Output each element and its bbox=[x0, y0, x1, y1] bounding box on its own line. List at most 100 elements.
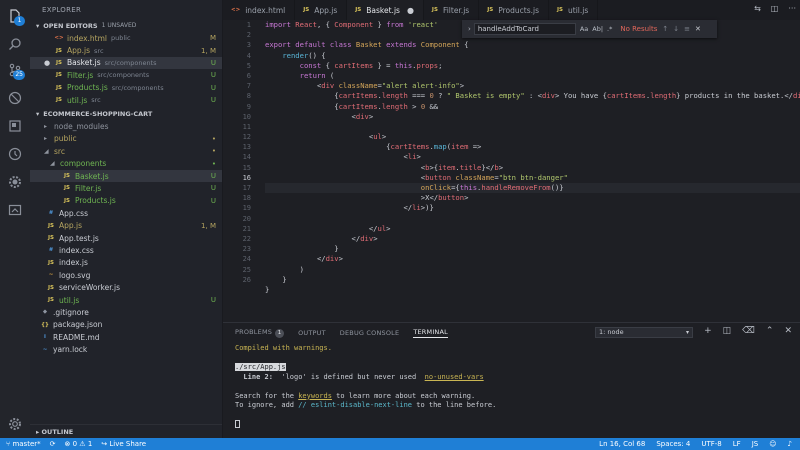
cursor-position[interactable]: Ln 16, Col 68 bbox=[599, 440, 645, 448]
tree-item-components[interactable]: ◢ components • bbox=[30, 158, 222, 170]
tab-problems[interactable]: PROBLEMS 1 bbox=[235, 328, 285, 338]
code-editor[interactable]: 1 2 3 4 5 6 7 8 9 10 11 12 13 14 15 16 17 18 19 20 21 22 23 24 2… bbox=[223, 20, 800, 320]
sidebar-title: EXPLORER bbox=[42, 6, 82, 14]
split-terminal-icon[interactable]: ◫ bbox=[723, 326, 732, 336]
unsaved-dot-icon[interactable]: ● bbox=[44, 59, 54, 67]
tree-item-service-worker[interactable]: JS serviceWorker.js bbox=[30, 281, 222, 293]
arrow-down-icon[interactable]: ↓ bbox=[673, 25, 679, 33]
tree-item-readme[interactable]: i README.md bbox=[30, 331, 222, 343]
live-share-status[interactable]: ↪ Live Share bbox=[101, 440, 146, 448]
tree-item-logo[interactable]: ~ logo.svg bbox=[30, 269, 222, 281]
maximize-panel-icon[interactable]: ⌃ bbox=[766, 326, 774, 336]
tree-item-filter[interactable]: JS Filter.js U bbox=[30, 182, 222, 194]
file-name: Filter.js bbox=[67, 70, 94, 80]
open-editor-item[interactable]: JS Products.js src/components U bbox=[30, 82, 222, 94]
open-editor-item[interactable]: JS Filter.js src/components U bbox=[30, 69, 222, 81]
bell-icon[interactable]: ♪ bbox=[788, 440, 792, 448]
tab-filter-js[interactable]: JS Filter.js bbox=[424, 0, 480, 20]
open-editors-list: <> index.html public M JS App.js src 1, … bbox=[30, 32, 222, 106]
tree-item-products[interactable]: JS Products.js U bbox=[30, 195, 222, 207]
more-actions-icon[interactable]: ··· bbox=[788, 4, 796, 13]
problems-count-badge: 1 bbox=[275, 329, 285, 338]
file-path: src bbox=[91, 96, 101, 105]
match-case-toggle[interactable]: Aa bbox=[580, 25, 588, 33]
tree-item-app-css[interactable]: # App.css bbox=[30, 207, 222, 219]
tab-terminal[interactable]: TERMINAL bbox=[413, 328, 448, 338]
chevron-right-icon[interactable]: › bbox=[468, 25, 471, 33]
language-mode[interactable]: JS bbox=[752, 440, 759, 448]
line-number: 14 bbox=[242, 153, 251, 162]
tree-item-app-test[interactable]: JS App.test.js bbox=[30, 232, 222, 244]
open-editor-item[interactable]: JS App.js src 1, M bbox=[30, 44, 222, 56]
tree-item-package-json[interactable]: {} package.json bbox=[30, 319, 222, 331]
tab-label: Products.js bbox=[498, 5, 539, 15]
tab-index-html[interactable]: <> index.html bbox=[223, 0, 296, 20]
tree-item-node-modules[interactable]: ▸ node_modules bbox=[30, 120, 222, 132]
project-header[interactable]: ▾ ECOMMERCE-SHOPPING-CART bbox=[30, 108, 222, 120]
whole-word-toggle[interactable]: Ab| bbox=[592, 25, 603, 33]
tab-debug-console[interactable]: DEBUG CONSOLE bbox=[340, 329, 400, 337]
tab-basket-js[interactable]: JS Basket.js ● bbox=[347, 0, 424, 20]
line-number-gutter: 1 2 3 4 5 6 7 8 9 10 11 12 13 14 15 16 17 18 19 20 21 22 23 24 2… bbox=[223, 20, 261, 285]
keywords-link[interactable]: keywords bbox=[298, 392, 332, 400]
terminal-prompt[interactable] bbox=[235, 420, 788, 430]
tree-item-yarn-lock[interactable]: ~ yarn.lock bbox=[30, 343, 222, 355]
tree-item-gitignore[interactable]: ◆ .gitignore bbox=[30, 306, 222, 318]
find-widget: › Aa Ab| .* No Results ↑ ↓ ≡ ✕ bbox=[462, 20, 717, 38]
open-editor-item[interactable]: <> index.html public M bbox=[30, 32, 222, 44]
unsaved-dot-icon[interactable]: ● bbox=[407, 6, 414, 15]
tab-output[interactable]: OUTPUT bbox=[298, 329, 326, 337]
source-control-icon[interactable]: 25 bbox=[5, 60, 25, 80]
settings-sync-icon[interactable] bbox=[5, 172, 25, 192]
git-status: U bbox=[210, 196, 216, 205]
debug-icon[interactable] bbox=[5, 88, 25, 108]
tree-item-index-js[interactable]: JS index.js bbox=[30, 257, 222, 269]
tree-item-basket[interactable]: JS Basket.js U bbox=[30, 169, 222, 183]
explorer-icon[interactable]: 1 bbox=[5, 6, 25, 26]
eslint-rule: no-unused-vars bbox=[424, 372, 484, 381]
arrow-up-icon[interactable]: ↑ bbox=[662, 25, 668, 33]
open-editors-header[interactable]: ▾ OPEN EDITORS 1 UNSAVED bbox=[30, 20, 222, 32]
terminal-cursor bbox=[235, 420, 240, 428]
problems-status[interactable]: ⊗ 0 ⚠ 1 bbox=[65, 440, 93, 448]
file-path: src bbox=[94, 46, 104, 55]
tab-products-js[interactable]: JS Products.js bbox=[479, 0, 549, 20]
tree-item-app-js[interactable]: JS App.js 1, M bbox=[30, 219, 222, 231]
split-editor-icon[interactable]: ◫ bbox=[771, 4, 779, 13]
git-status: • bbox=[211, 159, 216, 168]
selection-icon[interactable]: ≡ bbox=[684, 25, 690, 33]
line-number: 23 bbox=[242, 245, 251, 254]
gear-icon[interactable] bbox=[5, 414, 25, 434]
branch-status[interactable]: ⑂ master* bbox=[6, 440, 41, 448]
sync-icon[interactable]: ⟳ bbox=[50, 440, 56, 448]
terminal-output[interactable]: Compiled with warnings. ./src/App.js Lin… bbox=[223, 343, 800, 431]
tab-util-js[interactable]: JS util.js bbox=[549, 0, 599, 20]
outline-header[interactable]: ▸ OUTLINE bbox=[30, 424, 222, 438]
find-input[interactable] bbox=[473, 23, 576, 35]
tree-item-public[interactable]: ▸ public • bbox=[30, 133, 222, 145]
close-icon[interactable]: ✕ bbox=[695, 25, 701, 33]
tree-item-src[interactable]: ◢ src • bbox=[30, 145, 222, 157]
indentation[interactable]: Spaces: 4 bbox=[656, 440, 690, 448]
search-icon[interactable] bbox=[5, 34, 25, 54]
regex-toggle[interactable]: .* bbox=[607, 25, 612, 33]
tree-item-index-css[interactable]: # index.css bbox=[30, 244, 222, 256]
new-terminal-icon[interactable]: + bbox=[704, 326, 712, 336]
terminal-select[interactable]: 1: node ▾ bbox=[595, 327, 693, 338]
open-editor-item[interactable]: ● JS Basket.js src/components U bbox=[30, 56, 222, 70]
encoding[interactable]: UTF-8 bbox=[701, 440, 721, 448]
end-of-line[interactable]: LF bbox=[733, 440, 741, 448]
tab-app-js[interactable]: JS App.js bbox=[295, 0, 348, 20]
compare-icon[interactable]: ⇆ bbox=[754, 4, 761, 13]
tree-item-util[interactable]: JS util.js U bbox=[30, 294, 222, 306]
open-editor-item[interactable]: JS util.js src U bbox=[30, 94, 222, 106]
extensions-icon[interactable] bbox=[5, 116, 25, 136]
line-number: 24 bbox=[242, 255, 251, 264]
trash-icon[interactable]: ⌫ bbox=[742, 326, 755, 336]
remote-explorer-icon[interactable] bbox=[5, 200, 25, 220]
feedback-icon[interactable]: ☺ bbox=[769, 440, 776, 448]
code-content[interactable]: import React, { Component } from 'react'… bbox=[265, 20, 800, 305]
close-panel-icon[interactable]: ✕ bbox=[784, 326, 792, 336]
history-icon[interactable] bbox=[5, 144, 25, 164]
